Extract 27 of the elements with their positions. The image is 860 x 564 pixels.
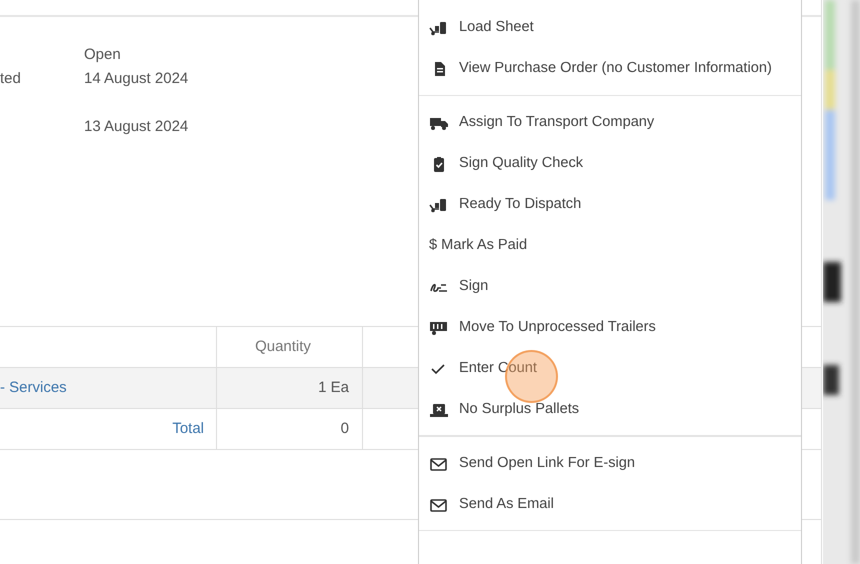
field-label: ted	[0, 69, 22, 89]
menu-item[interactable]: $ Mark As Paid	[419, 225, 801, 266]
menu-item[interactable]: No Surplus Pallets	[419, 389, 801, 430]
menu-item[interactable]: Load Sheet	[419, 7, 801, 48]
menu-item[interactable]: Send Open Link For E-sign	[419, 443, 801, 484]
total-value: 0	[217, 409, 363, 449]
field-value: Open	[84, 45, 122, 65]
menu-item[interactable]: Enter Count	[419, 348, 801, 389]
menu-item[interactable]: Assign To Transport Company	[419, 102, 801, 143]
menu-item[interactable]: Sign	[419, 266, 801, 307]
menu-item[interactable]: Send As Email	[419, 484, 801, 525]
menu-item[interactable]: Ready To Dispatch	[419, 184, 801, 225]
item-link[interactable]: - Services	[0, 376, 67, 400]
menu-item[interactable]: Move To Unprocessed Trailers	[419, 307, 801, 348]
envelope-icon	[429, 456, 449, 472]
trailer-icon	[429, 320, 449, 336]
column-header: Quantity	[217, 327, 363, 367]
field-value: 13 August 2024	[84, 117, 190, 137]
pallet-icon	[429, 402, 449, 418]
field-value: 14 August 2024	[84, 69, 190, 89]
total-label: Total	[172, 418, 204, 439]
menu-item[interactable]: View Purchase Order (no Customer Information)	[419, 48, 801, 89]
dolly-icon	[429, 20, 449, 36]
table-cell: 1 Ea	[217, 368, 363, 408]
envelope-icon	[429, 496, 449, 512]
menu-item[interactable]: Sign Quality Check	[419, 143, 801, 184]
dolly-icon	[429, 196, 449, 212]
